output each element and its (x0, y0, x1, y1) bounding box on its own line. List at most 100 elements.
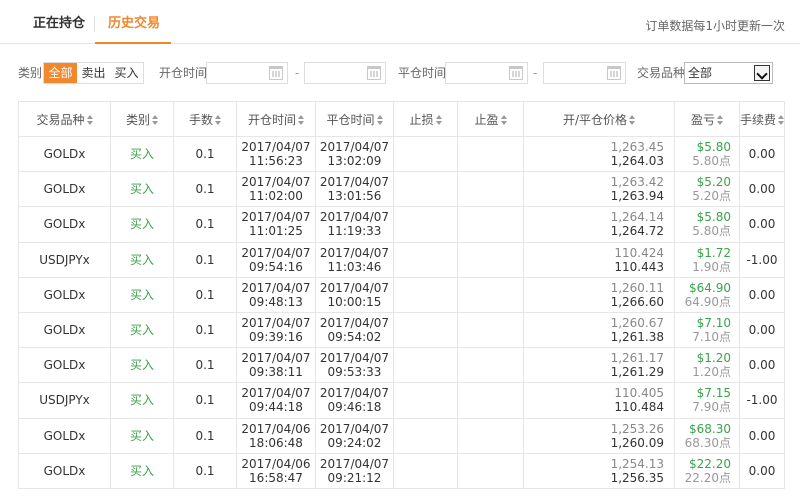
close-time-start-input[interactable] (445, 62, 528, 84)
price-cell: 110.405 110.484 (523, 382, 675, 419)
calendar-icon[interactable] (509, 66, 523, 80)
symbol-select[interactable]: 全部 (684, 62, 773, 84)
header-stop-loss[interactable]: 止损 (393, 101, 458, 137)
take-profit-cell (457, 135, 524, 173)
profit-loss-cell: $5.20 5.20点 (674, 171, 740, 208)
table-row[interactable]: USDJPYx 买入 0.1 2017/04/07 09:54:16 2017/04/07… (18, 241, 785, 278)
open-price: 110.405 (614, 386, 664, 401)
table-row[interactable]: GOLDx 买入 0.1 2017/04/07 09:38:11 2017/04/07 09… (18, 347, 785, 384)
table-row[interactable]: GOLDx 买入 0.1 2017/04/06 18:06:48 2017/04/07 09… (18, 417, 785, 454)
close-date: 2017/04/07 (319, 351, 390, 366)
profit-loss-cell: $68.30 68.30点 (674, 417, 740, 454)
fee-cell: 0.00 (739, 347, 785, 384)
symbol-cell: USDJPYx (18, 241, 111, 278)
sort-icon[interactable] (215, 114, 221, 125)
header-open-time[interactable]: 开仓时间 (236, 101, 316, 137)
type-option-sell[interactable]: 卖出 (77, 63, 110, 83)
table-row[interactable]: GOLDx 买入 0.1 2017/04/07 11:01:25 2017/04/07 11… (18, 206, 785, 243)
header-type[interactable]: 类别 (110, 101, 174, 137)
header-lots[interactable]: 手数 (173, 101, 237, 137)
open-clock: 09:54:16 (249, 259, 303, 274)
profit-amount: $5.80 (696, 140, 731, 155)
open-time-end-input[interactable] (304, 62, 386, 84)
table-body: GOLDx 买入 0.1 2017/04/07 11:56:23 2017/04/07 13… (18, 135, 785, 489)
close-clock: 10:00:15 (327, 294, 382, 309)
price-cell: 1,264.14 1,264.72 (523, 206, 675, 243)
open-time-cell: 2017/04/07 09:44:18 (236, 382, 316, 419)
sort-icon[interactable] (152, 114, 158, 125)
column-label: 盈亏 (690, 112, 715, 127)
close-date: 2017/04/07 (319, 316, 390, 331)
column-label: 类别 (125, 112, 150, 127)
take-profit-cell (457, 347, 524, 384)
symbol-cell: GOLDx (18, 135, 111, 173)
header-profit-loss[interactable]: 盈亏 (674, 101, 740, 137)
header-close-time[interactable]: 平仓时间 (315, 101, 394, 137)
header-take-profit[interactable]: 止盈 (457, 101, 524, 137)
type-option-all[interactable]: 全部 (44, 63, 77, 83)
profit-amount: $7.10 (696, 316, 731, 331)
close-price: 110.443 (614, 259, 664, 274)
lots-cell: 0.1 (173, 206, 237, 243)
sort-icon[interactable] (435, 114, 442, 125)
sort-icon[interactable] (717, 114, 723, 125)
type-option-buy[interactable]: 买入 (110, 63, 143, 83)
column-label: 开仓时间 (247, 112, 296, 127)
profit-loss-cell: $7.10 7.10点 (674, 311, 740, 349)
stop-loss-cell (393, 311, 458, 349)
open-clock: 11:56:23 (249, 154, 303, 169)
tab-trade-history[interactable]: 历史交易 (108, 0, 160, 44)
table-row[interactable]: GOLDx 买入 0.1 2017/04/07 11:56:23 2017/04/07 13… (18, 135, 785, 173)
table-row[interactable]: GOLDx 买入 0.1 2017/04/06 16:58:47 2017/04/07 09… (18, 452, 785, 489)
header-symbol[interactable]: 交易品种 (18, 101, 111, 137)
tab-open-positions[interactable]: 正在持仓 (33, 0, 85, 44)
table-row[interactable]: GOLDx 买入 0.1 2017/04/07 09:48:13 2017/04/07 10… (18, 276, 785, 313)
open-date: 2017/04/06 (241, 421, 311, 436)
chevron-down-icon[interactable] (754, 65, 770, 81)
tab-bar: 正在持仓 历史交易 订单数据每1小时更新一次 (0, 0, 800, 44)
close-time-end-input[interactable] (543, 62, 626, 84)
close-date: 2017/04/07 (319, 245, 390, 260)
open-date: 2017/04/07 (241, 140, 311, 155)
symbol-cell: GOLDx (18, 417, 111, 454)
open-time-cell: 2017/04/06 18:06:48 (236, 417, 316, 454)
table-row[interactable]: GOLDx 买入 0.1 2017/04/07 09:39:16 2017/04/07 09… (18, 311, 785, 349)
open-price: 1,260.67 (610, 316, 664, 331)
close-date: 2017/04/07 (319, 421, 390, 436)
header-fee[interactable]: 手续费 (739, 101, 785, 137)
sort-icon[interactable] (298, 114, 304, 125)
sort-icon[interactable] (86, 114, 93, 125)
sort-icon[interactable] (376, 114, 383, 125)
close-price: 1,256.35 (610, 470, 664, 485)
type-cell: 买入 (110, 135, 174, 173)
type-cell: 买入 (110, 347, 174, 384)
table-row[interactable]: USDJPYx 买入 0.1 2017/04/07 09:44:18 2017/04/07… (18, 382, 785, 419)
profit-points: 7.10点 (692, 330, 731, 345)
close-date: 2017/04/07 (319, 456, 390, 471)
open-price: 1,263.42 (610, 175, 664, 190)
type-filter-label: 类别 (18, 66, 43, 80)
price-cell: 110.424 110.443 (523, 241, 675, 278)
type-filter-segmented: 全部 卖出 买入 (43, 62, 144, 84)
sort-icon[interactable] (500, 114, 507, 125)
open-date: 2017/04/07 (241, 280, 311, 295)
close-time-label: 平仓时间 (398, 66, 447, 80)
sort-icon[interactable] (629, 114, 636, 125)
open-date: 2017/04/07 (241, 386, 311, 401)
sort-icon[interactable] (778, 114, 785, 125)
fee-cell: 0.00 (739, 452, 785, 489)
header-prices[interactable]: 开/平仓价格 (523, 101, 675, 137)
close-time-cell: 2017/04/07 09:21:12 (315, 452, 394, 489)
calendar-icon[interactable] (607, 66, 621, 80)
profit-points: 1.90点 (692, 259, 731, 274)
open-time-start-input[interactable] (206, 62, 288, 84)
close-price: 1,266.60 (610, 294, 664, 309)
close-date: 2017/04/07 (319, 210, 390, 225)
close-date: 2017/04/07 (319, 386, 390, 401)
take-profit-cell (457, 206, 524, 243)
table-row[interactable]: GOLDx 买入 0.1 2017/04/07 11:02:00 2017/04/07 13… (18, 171, 785, 208)
lots-cell: 0.1 (173, 452, 237, 489)
calendar-icon[interactable] (367, 66, 381, 80)
profit-points: 1.20点 (692, 365, 731, 380)
calendar-icon[interactable] (269, 66, 283, 80)
